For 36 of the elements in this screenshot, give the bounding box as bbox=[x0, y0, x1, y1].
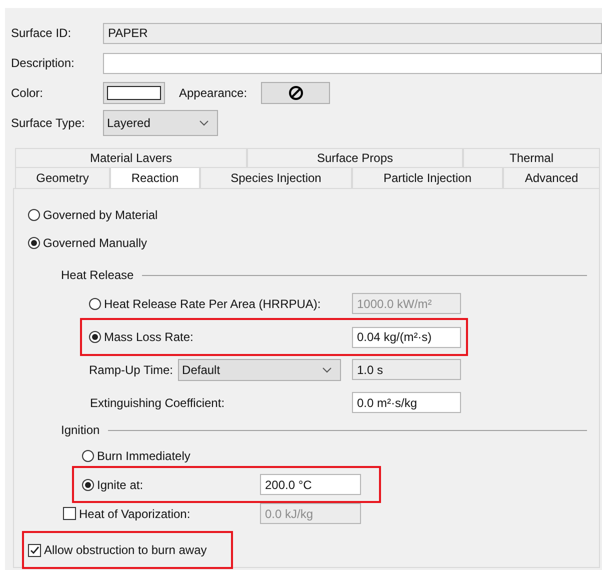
value-field[interactable]: 200.0 °C bbox=[260, 474, 361, 495]
radio-button[interactable]: Governed by Material bbox=[28, 208, 158, 222]
surface-id-field[interactable]: PAPER bbox=[103, 22, 602, 44]
chevron-down-icon bbox=[322, 366, 332, 372]
ramp-up-dropdown[interactable]: Default bbox=[178, 358, 342, 380]
description-field[interactable] bbox=[103, 52, 602, 74]
field-label: Ramp-Up Time: bbox=[89, 362, 174, 376]
tab[interactable]: Surface Props bbox=[247, 148, 463, 167]
surface-type-dropdown[interactable]: Layered bbox=[103, 110, 218, 136]
tab[interactable]: Advanced bbox=[503, 167, 600, 188]
appearance-button[interactable] bbox=[261, 82, 330, 104]
value-field[interactable]: 1.0 s bbox=[352, 359, 461, 380]
tab[interactable]: Thermal bbox=[463, 148, 600, 167]
group-title: Ignition bbox=[61, 423, 100, 437]
check-icon bbox=[29, 544, 40, 556]
chevron-down-icon bbox=[199, 120, 209, 126]
tab[interactable]: Material Lavers bbox=[15, 148, 247, 167]
tab[interactable]: Species Injection bbox=[200, 167, 352, 188]
color-button[interactable] bbox=[103, 82, 165, 104]
radio-button[interactable]: Ignite at: bbox=[82, 478, 144, 492]
radio-button[interactable]: Mass Loss Rate: bbox=[89, 330, 194, 344]
tab[interactable]: Geometry bbox=[15, 167, 110, 188]
field-label: Description: bbox=[10, 56, 76, 70]
tab[interactable]: Reaction bbox=[110, 167, 200, 188]
field-label: Surface ID: bbox=[10, 26, 72, 40]
radio-button[interactable]: Governed Manually bbox=[28, 236, 148, 250]
field-label: Color: bbox=[10, 86, 44, 100]
radio-button[interactable]: Burn Immediately bbox=[82, 448, 190, 462]
field-label: Surface Type: bbox=[10, 116, 86, 130]
value-field[interactable]: 0.04 kg/(m²·s) bbox=[352, 326, 461, 348]
group-title: Heat Release bbox=[61, 268, 134, 282]
field-label: Extinguishing Coefficient: bbox=[89, 396, 225, 410]
prohibited-icon bbox=[288, 85, 304, 101]
tab[interactable]: Particle Injection bbox=[352, 167, 503, 188]
value-field[interactable]: 0.0 m²·s/kg bbox=[352, 392, 461, 413]
field-label: Appearance: bbox=[179, 86, 248, 100]
